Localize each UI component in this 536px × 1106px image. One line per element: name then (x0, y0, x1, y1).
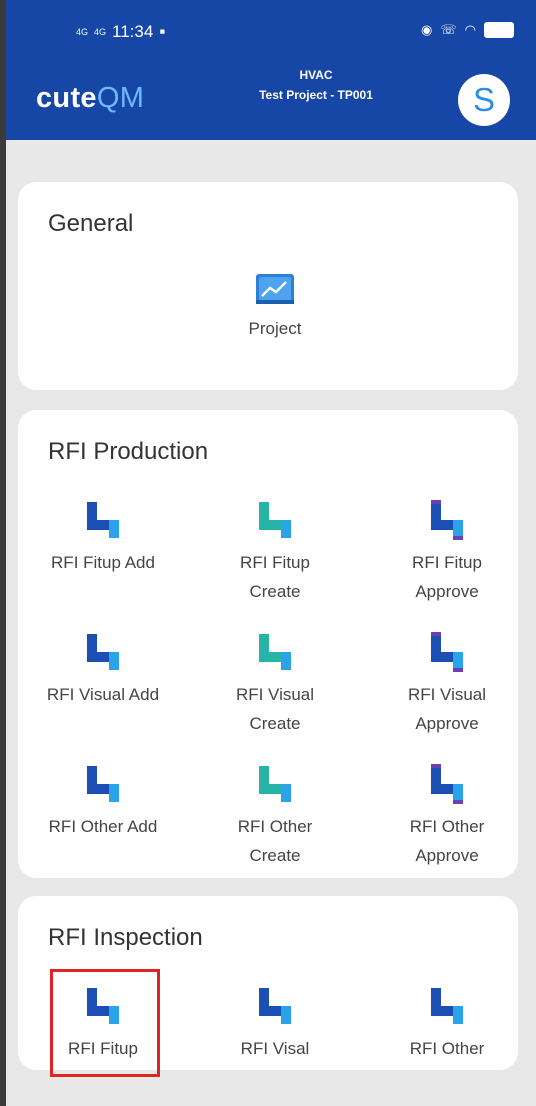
pipe-icon (431, 988, 463, 1024)
tile-label: RFI Other (409, 817, 485, 836)
pipe-icon (87, 766, 119, 802)
rfi-visual-approve-tile[interactable]: RFI Visual Approve (372, 630, 522, 738)
project-tile[interactable]: Project (200, 268, 350, 343)
general-title: General (48, 210, 134, 237)
rfi-fitup-add-tile[interactable]: RFI Fitup Add (28, 498, 178, 577)
user-avatar-button[interactable]: S (458, 74, 510, 126)
tile-label-2: Create (249, 714, 301, 733)
tile-label: RFI Visual (407, 685, 487, 704)
frame-edge (0, 0, 6, 1106)
tile-label: RFI Fitup Add (51, 553, 155, 572)
rfi-visal-inspection-tile[interactable]: RFI Visal (200, 984, 350, 1063)
tile-label-2: Approve (415, 582, 479, 601)
pipe-icon (259, 634, 291, 670)
rfi-visual-create-tile[interactable]: RFI Visual Create (200, 630, 350, 738)
tile-label: RFI Visual (235, 685, 315, 704)
highlight-box (50, 969, 160, 1077)
alarm-icon: ◉ (421, 22, 433, 37)
tile-label: RFI Fitup (240, 553, 310, 572)
tile-label: RFI Other (237, 817, 313, 836)
battery-icon (484, 22, 514, 38)
tile-label: RFI Visual Add (46, 685, 160, 704)
pipe-icon (259, 766, 291, 802)
app-logo: cuteQM (36, 82, 144, 115)
pipe-icon (87, 502, 119, 538)
tile-label-2: Approve (415, 714, 479, 733)
pipe-icon (431, 500, 463, 540)
rfi-visual-add-tile[interactable]: RFI Visual Add (28, 630, 178, 709)
status-bar: 4G 4G 11:34 ▪ ◉ ☏ ◠ (6, 0, 536, 62)
wifi-icon: ◠ (464, 22, 476, 37)
network-2-indicator: 4G (94, 26, 107, 37)
general-card: General Project (18, 182, 518, 390)
tile-label-2: Create (249, 582, 301, 601)
tile-label-2: Create (249, 846, 301, 865)
notification-icon: ▪ (159, 22, 166, 41)
logo-accent: QM (96, 82, 145, 114)
project-info[interactable]: HVAC Test Project - TP001 (236, 68, 396, 102)
pipe-icon (87, 634, 119, 670)
logo-main: cute (36, 82, 97, 114)
pipe-icon (259, 502, 291, 538)
project-chart-icon (256, 274, 294, 304)
rfi-other-approve-tile[interactable]: RFI Other Approve (372, 762, 522, 870)
rfi-fitup-create-tile[interactable]: RFI Fitup Create (200, 498, 350, 606)
rfi-other-inspection-tile[interactable]: RFI Other (372, 984, 522, 1063)
status-left: 4G 4G 11:34 ▪ (76, 22, 165, 42)
tile-label-2: Approve (415, 846, 479, 865)
status-time: 11:34 (112, 22, 154, 41)
tile-label: RFI Visal (240, 1039, 310, 1058)
network-1-indicator: 4G (76, 26, 89, 37)
status-icons: ◉ ☏ ◠ (421, 22, 514, 38)
tile-label: RFI Other (409, 1039, 485, 1058)
tile-label: RFI Fitup (412, 553, 482, 572)
call-icon: ☏ (440, 22, 457, 37)
rfi-fitup-approve-tile[interactable]: RFI Fitup Approve (372, 498, 522, 606)
rfi-other-create-tile[interactable]: RFI Other Create (200, 762, 350, 870)
project-label: Test Project - TP001 (259, 88, 373, 102)
pipe-icon (431, 764, 463, 804)
discipline-label: HVAC (299, 68, 333, 82)
app-header: cuteQM HVAC Test Project - TP001 S (6, 62, 536, 140)
tile-label: RFI Other Add (48, 817, 158, 836)
pipe-icon (259, 988, 291, 1024)
avatar-letter: S (472, 81, 495, 118)
rfi-other-add-tile[interactable]: RFI Other Add (28, 762, 178, 841)
production-card: RFI Production RFI Fitup Add RFI Fitup C… (18, 410, 518, 878)
production-title: RFI Production (48, 438, 209, 465)
pipe-icon (431, 632, 463, 672)
project-label: Project (248, 319, 302, 338)
inspection-title: RFI Inspection (48, 924, 203, 951)
